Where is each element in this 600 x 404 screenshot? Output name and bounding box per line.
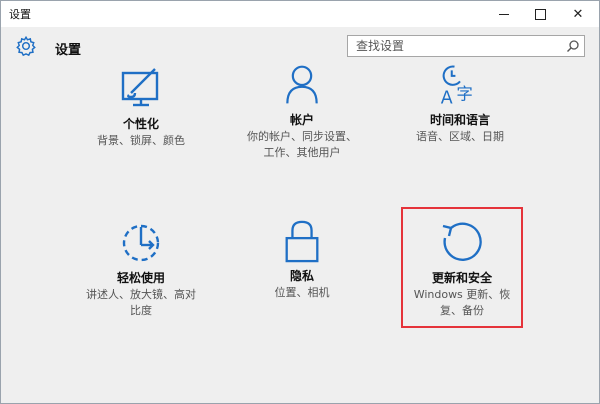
minimize-button[interactable] bbox=[485, 1, 523, 27]
personalization-icon bbox=[121, 68, 159, 107]
search-icon[interactable] bbox=[566, 39, 580, 53]
tile-description-line: 复、备份 bbox=[440, 304, 484, 317]
account-icon bbox=[286, 65, 318, 104]
settings-window: 设置 ✕ 设置 查找设置 个性化 背景、锁屏、颜色 帐户 你的帐户、同步设置、 … bbox=[0, 0, 600, 404]
tile-title: 个性化 bbox=[122, 117, 159, 131]
close-button[interactable]: ✕ bbox=[559, 1, 597, 27]
tile-description: 语音、区域、日期 bbox=[416, 130, 504, 143]
svg-text:字: 字 bbox=[456, 85, 473, 104]
title-bar[interactable]: 设置 ✕ bbox=[1, 1, 599, 27]
window-title: 设置 bbox=[9, 8, 31, 21]
search-input[interactable] bbox=[348, 36, 562, 56]
tile-description-line: Windows 更新、恢 bbox=[413, 288, 511, 301]
tile-title: 隐私 bbox=[289, 269, 314, 283]
tile-description-line: 工作、其他用户 bbox=[263, 146, 341, 159]
tile-description-line: 你的帐户、同步设置、 bbox=[247, 130, 357, 143]
time-language-icon: A 字 bbox=[441, 65, 473, 107]
tile-accounts[interactable]: 帐户 你的帐户、同步设置、 工作、其他用户 bbox=[227, 63, 377, 161]
tile-time-language[interactable]: A 字 时间和语言 语音、区域、日期 bbox=[385, 63, 535, 145]
tile-update-security[interactable]: 更新和安全 Windows 更新、恢 复、备份 bbox=[387, 221, 537, 319]
search-box[interactable] bbox=[347, 35, 585, 57]
tile-description-line: 讲述人、放大镜、高对 bbox=[86, 288, 196, 301]
tile-ease-of-access[interactable]: 轻松使用 讲述人、放大镜、高对 比度 bbox=[66, 221, 216, 319]
svg-text:A: A bbox=[441, 88, 453, 107]
tile-title: 更新和安全 bbox=[431, 271, 492, 285]
close-icon: ✕ bbox=[572, 6, 584, 22]
tile-description: 位置、相机 bbox=[274, 286, 330, 299]
tile-description: 背景、锁屏、颜色 bbox=[97, 134, 185, 147]
ease-of-access-icon bbox=[122, 224, 160, 262]
page-title: 设置 bbox=[55, 43, 82, 58]
settings-header: 设置 bbox=[1, 27, 599, 67]
tile-privacy[interactable]: 隐私 位置、相机 bbox=[227, 219, 377, 301]
maximize-icon bbox=[534, 8, 546, 20]
minimize-icon bbox=[499, 13, 509, 15]
tile-title: 轻松使用 bbox=[116, 271, 165, 285]
lock-icon bbox=[285, 220, 319, 263]
gear-icon bbox=[16, 35, 36, 57]
update-icon bbox=[442, 222, 482, 261]
tile-personalization[interactable]: 个性化 背景、锁屏、颜色 bbox=[66, 67, 216, 149]
maximize-button[interactable] bbox=[521, 1, 559, 27]
tile-description-line: 比度 bbox=[130, 304, 152, 317]
tile-title: 帐户 bbox=[289, 113, 314, 127]
tile-title: 时间和语言 bbox=[429, 113, 490, 127]
